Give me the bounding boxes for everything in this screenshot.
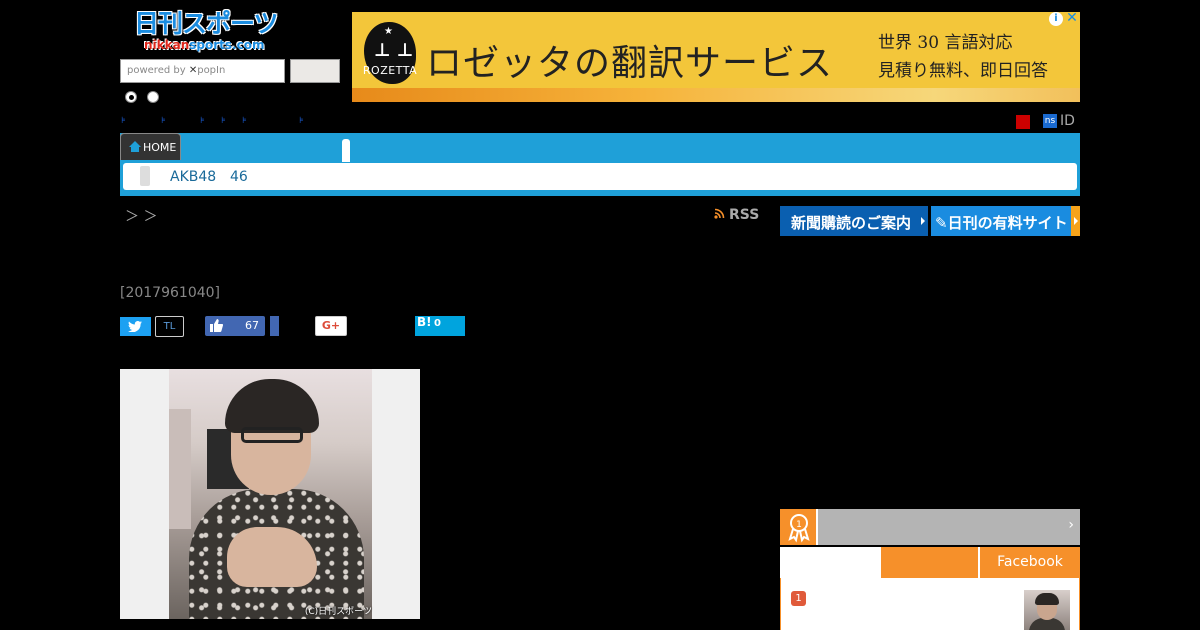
subscribe-label: 新聞購読のご案内 — [791, 214, 912, 232]
ranking-thumbnail[interactable] — [1024, 590, 1070, 630]
svg-text:1: 1 — [796, 520, 802, 530]
top-link-2[interactable]: ⊧ — [161, 116, 166, 126]
search-scope-radio-site[interactable] — [125, 91, 137, 103]
pen-icon: ✎ — [935, 214, 948, 232]
star-icon: ★ — [384, 26, 393, 37]
article-id: [2017961040] — [120, 285, 220, 301]
article-photo[interactable]: (C)日刊スポーツ — [120, 369, 420, 619]
rozetta-logo: ★ ⊥ ⊥ ROZETTA — [362, 22, 418, 84]
hatena-bookmark-button[interactable]: B! 0 — [415, 315, 465, 336]
ad-headline: ロゼッタの翻訳サービス — [426, 43, 834, 84]
photo-image — [169, 369, 372, 619]
ad-sub-line-2: 見積り無料、即日回答 — [878, 61, 1048, 81]
nav-active-marker — [342, 139, 350, 162]
photo-credit: (C)日刊スポーツ — [304, 607, 372, 617]
arrow-right-icon — [1074, 217, 1078, 225]
rss-link[interactable]: RSS — [714, 207, 759, 223]
sub-nav: AKB48 46 — [123, 163, 1077, 190]
ranking-header[interactable]: 1 › — [780, 509, 1080, 545]
hatena-icon: B! — [417, 315, 432, 329]
chevron-right-icon: › — [1068, 517, 1074, 533]
ad-banner[interactable]: ★ ⊥ ⊥ ROZETTA ロゼッタの翻訳サービス 世界 30 言語対応 見積り… — [352, 12, 1080, 102]
paid-site-label: 日刊の有料サイト — [947, 214, 1068, 232]
search-placeholder-prefix: powered by — [127, 65, 186, 76]
top-link-1[interactable]: ⊧ — [121, 116, 126, 126]
ranking-list: 1 — [780, 578, 1080, 630]
twitter-share-button[interactable] — [120, 317, 151, 336]
rss-icon — [714, 208, 725, 219]
info-icon[interactable]: i — [1049, 12, 1063, 26]
tab-home-label: HOME — [143, 141, 177, 154]
paid-site-button[interactable]: ✎日刊の有料サイト — [931, 206, 1080, 236]
home-icon — [129, 141, 141, 152]
ranking-medal-icon: 1 — [780, 509, 818, 545]
ns-badge[interactable]: ns — [1043, 114, 1057, 128]
tab-home[interactable]: HOME — [120, 133, 181, 160]
ad-brand: ROZETTA — [362, 64, 418, 77]
twitter-icon — [128, 321, 142, 332]
timeline-button[interactable]: TL — [155, 316, 184, 337]
search-input[interactable]: powered by ✕popIn — [120, 59, 285, 83]
ranking-tabs: Facebook — [780, 547, 1080, 578]
search-scope-radio-web[interactable] — [147, 91, 159, 103]
search-button[interactable] — [290, 59, 340, 83]
sub-nav-item-akb48[interactable]: AKB48 — [170, 169, 216, 185]
logo-text: 日刊スポーツ — [134, 9, 279, 38]
breadcrumb: ＞ ＞ — [125, 209, 158, 225]
facebook-like-button[interactable]: 67 — [205, 316, 265, 336]
ad-sub-line-1: 世界 30 言語対応 — [878, 33, 1013, 53]
top-link-3[interactable]: ⊧ — [200, 116, 205, 126]
top-link-4[interactable]: ⊧ — [221, 116, 226, 126]
rozetta-mark-icon: ⊥ ⊥ — [374, 40, 414, 61]
ranking-tab-facebook[interactable]: Facebook — [980, 547, 1080, 578]
top-link-5[interactable]: ⊧ — [242, 116, 247, 126]
close-icon[interactable]: ✕ — [1065, 12, 1079, 26]
rank-number-badge: 1 — [791, 591, 806, 606]
search-placeholder-brand: popIn — [197, 65, 226, 76]
logo-domain: nikkansports.com — [144, 38, 265, 52]
rss-label: RSS — [729, 207, 760, 223]
ad-stripe — [352, 88, 1080, 102]
thumbs-up-icon — [210, 319, 223, 332]
popin-logo-icon: ✕ — [188, 65, 198, 76]
subscribe-button[interactable]: 新聞購読のご案内 — [780, 206, 928, 236]
hatena-count: 0 — [434, 318, 441, 329]
facebook-share-button[interactable] — [270, 316, 279, 336]
ranking-tab-2[interactable] — [881, 547, 978, 578]
top-link-6[interactable]: ⊧ — [299, 116, 304, 126]
arrow-right-icon — [921, 217, 925, 225]
google-plus-button[interactable]: G+ — [315, 316, 347, 336]
like-count: 67 — [245, 319, 259, 332]
sub-nav-item-46[interactable]: 46 — [230, 169, 248, 185]
main-nav: HOME AKB48 46 — [120, 133, 1080, 196]
account-mark-icon[interactable] — [1016, 115, 1030, 129]
sub-nav-handle[interactable] — [140, 166, 150, 186]
id-link[interactable]: ID — [1060, 113, 1075, 129]
site-logo[interactable]: 日刊スポーツ nikkansports.com — [134, 10, 286, 56]
